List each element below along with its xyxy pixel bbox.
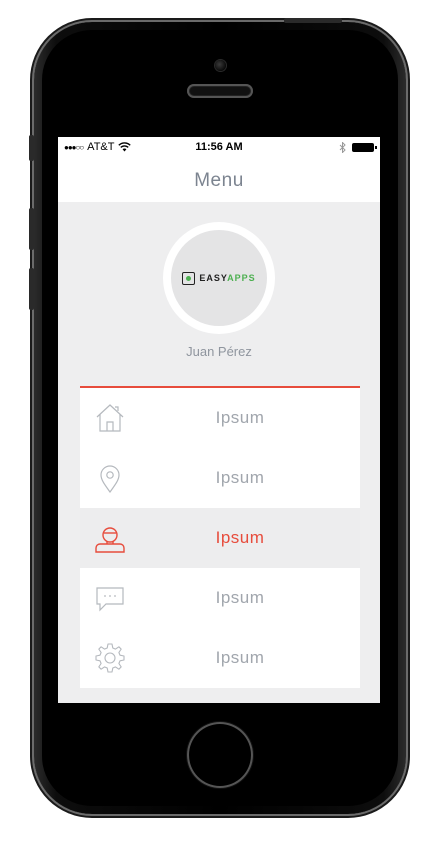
menu-item-label: Ipsum (215, 528, 265, 547)
logo-text: EASYAPPS (199, 273, 255, 283)
user-name: Juan Pérez (186, 344, 252, 359)
side-menu: Ipsum Ipsum Ipsum Ipsum Ipsum (80, 386, 360, 688)
status-bar: ●●●○○ AT&T 11:56 AM (58, 137, 380, 158)
front-camera (215, 60, 226, 71)
nav-bar: Menu (58, 158, 380, 202)
logo-text-accent: APPS (227, 273, 256, 283)
menu-item-settings[interactable]: Ipsum (80, 628, 360, 688)
mute-switch (29, 135, 34, 161)
menu-item-profile[interactable]: Ipsum (80, 508, 360, 568)
menu-item-messages[interactable]: Ipsum (80, 568, 360, 628)
menu-item-home[interactable]: Ipsum (80, 388, 360, 448)
logo-dot (186, 275, 192, 281)
earpiece-speaker (187, 84, 253, 98)
menu-item-label: Ipsum (215, 648, 265, 667)
menu-item-location[interactable]: Ipsum (80, 448, 360, 508)
screen: ●●●○○ AT&T 11:56 AM Menu EASYAPPS Juan P… (58, 137, 380, 703)
status-time: 11:56 AM (195, 141, 243, 153)
volume-up-button (29, 208, 34, 250)
menu-item-label: Ipsum (215, 588, 265, 607)
logo-text-prefix: EASY (199, 273, 228, 283)
logo-mark-icon (182, 271, 196, 285)
volume-down-button (29, 268, 34, 310)
status-right (339, 142, 377, 153)
bluetooth-icon (339, 142, 346, 153)
avatar-ring: EASYAPPS (163, 222, 275, 334)
power-button (284, 18, 342, 23)
easyapps-logo: EASYAPPS (182, 271, 255, 285)
menu-item-label: Ipsum (215, 468, 265, 487)
menu-item-label: Ipsum (215, 408, 265, 427)
profile-section: EASYAPPS Juan Pérez (58, 202, 380, 362)
page-title: Menu (194, 170, 244, 191)
battery-icon (352, 143, 377, 152)
home-button[interactable] (187, 722, 253, 788)
avatar[interactable]: EASYAPPS (171, 230, 267, 326)
